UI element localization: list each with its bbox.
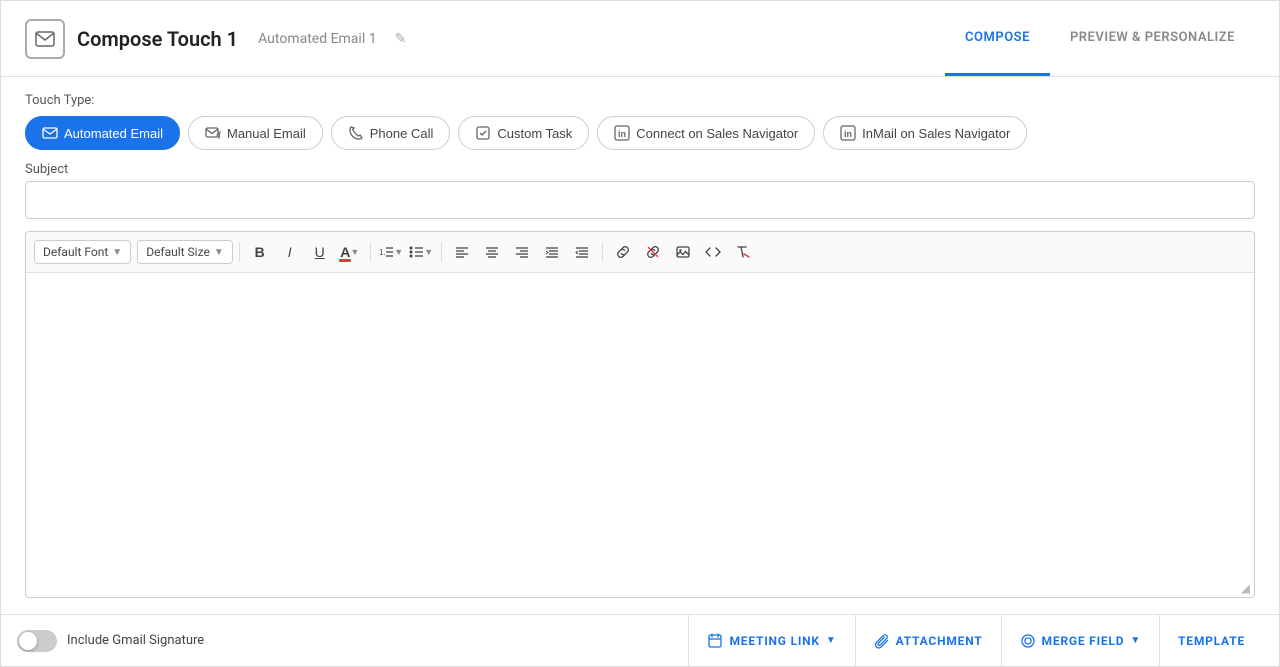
compose-touch-icon	[25, 19, 65, 59]
link-button[interactable]	[609, 238, 637, 266]
touch-type-row: Automated Email Manual Email P	[25, 116, 1255, 150]
tab-preview-personalize[interactable]: PREVIEW & PERSONALIZE	[1050, 1, 1255, 76]
touch-btn-custom-task[interactable]: Custom Task	[458, 116, 589, 150]
linkedin-icon2: in	[840, 125, 856, 141]
meeting-link-button[interactable]: MEETING LINK ▼	[688, 615, 854, 667]
merge-field-button[interactable]: MERGE FIELD ▼	[1001, 615, 1160, 667]
linkedin-icon: in	[614, 125, 630, 141]
italic-button[interactable]: I	[276, 238, 304, 266]
touch-type-label: Touch Type:	[25, 93, 1255, 108]
touch-btn-inmail-sales-navigator[interactable]: in InMail on Sales Navigator	[823, 116, 1027, 150]
font-color-button[interactable]: A ▼	[336, 238, 364, 266]
outdent-icon	[574, 244, 590, 260]
merge-field-chevron: ▼	[1130, 635, 1141, 646]
editor-toolbar: Default Font ▼ Default Size ▼ B I U A ▼	[26, 232, 1254, 273]
image-icon	[675, 244, 691, 260]
font-family-chevron: ▼	[112, 247, 122, 258]
template-button[interactable]: TEMPLATE	[1159, 615, 1263, 667]
font-family-select[interactable]: Default Font ▼	[34, 240, 131, 264]
align-center-button[interactable]	[478, 238, 506, 266]
unordered-list-button[interactable]: ▼	[407, 238, 435, 266]
clear-format-icon	[735, 244, 751, 260]
unlink-button[interactable]	[639, 238, 667, 266]
attachment-icon	[874, 633, 890, 649]
indent-icon	[544, 244, 560, 260]
task-icon	[475, 125, 491, 141]
toolbar-sep-3	[441, 242, 442, 262]
tab-compose[interactable]: COMPOSE	[945, 1, 1050, 76]
indent-button[interactable]	[538, 238, 566, 266]
page-subtitle: Automated Email 1	[258, 31, 376, 47]
svg-text:1.: 1.	[379, 248, 386, 257]
footer-bar: Include Gmail Signature MEETING LINK ▼ A	[1, 614, 1279, 666]
align-right-icon	[514, 244, 530, 260]
touch-type-section: Touch Type: Automated Email	[25, 93, 1255, 150]
unlink-icon	[645, 244, 661, 260]
header-tabs: COMPOSE PREVIEW & PERSONALIZE	[945, 1, 1255, 76]
clear-format-button[interactable]	[729, 238, 757, 266]
header: Compose Touch 1 Automated Email 1 ✎ COMP…	[1, 1, 1279, 77]
phone-icon	[348, 125, 364, 141]
editor-wrapper: Default Font ▼ Default Size ▼ B I U A ▼	[25, 231, 1255, 598]
align-right-button[interactable]	[508, 238, 536, 266]
font-size-chevron: ▼	[214, 247, 224, 258]
merge-icon	[1020, 633, 1036, 649]
gmail-signature-toggle[interactable]	[17, 630, 57, 652]
edit-icon[interactable]: ✎	[395, 31, 407, 47]
font-size-select[interactable]: Default Size ▼	[137, 240, 233, 264]
touch-btn-phone-call[interactable]: Phone Call	[331, 116, 451, 150]
calendar-icon	[707, 633, 723, 649]
body: Touch Type: Automated Email	[1, 77, 1279, 614]
touch-btn-connect-sales-navigator[interactable]: in Connect on Sales Navigator	[597, 116, 815, 150]
svg-text:in: in	[618, 129, 626, 139]
align-center-icon	[484, 244, 500, 260]
page-title: Compose Touch 1	[77, 27, 238, 51]
header-left: Compose Touch 1 Automated Email 1 ✎	[25, 19, 406, 59]
footer-right: MEETING LINK ▼ ATTACHMENT MERGE FIELD ▼	[688, 615, 1263, 667]
resize-handle: ◢	[1241, 581, 1250, 595]
toggle-thumb	[19, 632, 37, 650]
subject-section: Subject	[25, 162, 1255, 219]
meeting-link-chevron: ▼	[826, 635, 837, 646]
editor-body[interactable]: ◢	[26, 273, 1254, 597]
subject-label: Subject	[25, 162, 1255, 177]
align-left-button[interactable]	[448, 238, 476, 266]
toggle-label: Include Gmail Signature	[67, 633, 204, 648]
link-icon	[615, 244, 631, 260]
image-button[interactable]	[669, 238, 697, 266]
bold-button[interactable]: B	[246, 238, 274, 266]
automated-email-icon	[42, 125, 58, 141]
ordered-list-icon: 1.	[378, 244, 394, 260]
subject-input[interactable]	[25, 181, 1255, 219]
touch-btn-automated-email[interactable]: Automated Email	[25, 116, 180, 150]
toolbar-sep-1	[239, 242, 240, 262]
underline-button[interactable]: U	[306, 238, 334, 266]
attachment-button[interactable]: ATTACHMENT	[855, 615, 1001, 667]
toolbar-sep-2	[370, 242, 371, 262]
svg-text:in: in	[844, 129, 852, 139]
manual-email-icon	[205, 125, 221, 141]
code-icon	[705, 244, 721, 260]
code-button[interactable]	[699, 238, 727, 266]
unordered-list-icon	[408, 244, 424, 260]
toolbar-sep-4	[602, 242, 603, 262]
align-left-icon	[454, 244, 470, 260]
ordered-list-button[interactable]: 1. ▼	[377, 238, 405, 266]
outdent-button[interactable]	[568, 238, 596, 266]
footer-left: Include Gmail Signature	[17, 630, 204, 652]
touch-btn-manual-email[interactable]: Manual Email	[188, 116, 323, 150]
